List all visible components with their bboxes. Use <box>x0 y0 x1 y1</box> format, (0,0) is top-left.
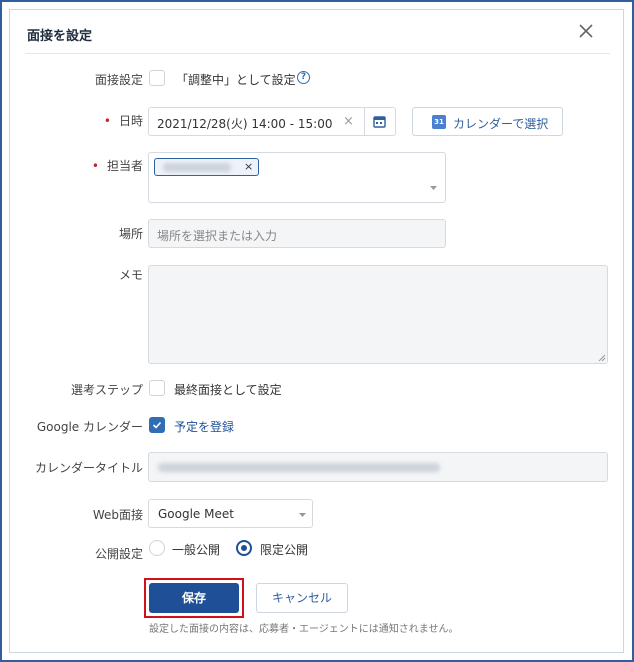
datetime-input[interactable]: 2021/12/28(火) 14:00 - 15:00 × <box>148 107 396 136</box>
cancel-button[interactable]: キャンセル <box>256 583 348 613</box>
assignee-select[interactable]: × <box>148 152 446 203</box>
web-interview-select[interactable]: Google Meet <box>148 499 313 528</box>
web-interview-label: Web面接 <box>92 508 143 522</box>
memo-textarea[interactable] <box>148 265 608 364</box>
caret-down-icon <box>299 513 306 517</box>
radio-limited-label: 限定公開 <box>260 543 309 557</box>
calendar-select-label: カレンダーで選択 <box>453 117 549 131</box>
datetime-divider <box>364 108 365 135</box>
datetime-label-text: 日時 <box>118 114 143 128</box>
datetime-clear-icon[interactable]: × <box>343 114 354 129</box>
close-icon[interactable] <box>575 20 597 42</box>
radio-limited[interactable] <box>236 540 252 556</box>
required-mark: • <box>91 159 99 173</box>
final-interview-checkbox-label: 最終面接として設定 <box>174 383 282 397</box>
register-event-checkbox[interactable] <box>149 417 165 433</box>
datetime-label: • 日時 <box>104 112 143 129</box>
interview-setting-label: 面接設定 <box>94 73 143 87</box>
memo-label: メモ <box>118 268 143 282</box>
assignee-name-redacted <box>163 163 231 172</box>
notification-note: 設定した面接の内容は、応募者・エージェントには通知されません。 <box>149 624 459 635</box>
pending-checkbox[interactable] <box>149 70 165 86</box>
place-placeholder: 場所を選択または入力 <box>157 229 278 243</box>
calendar-icon[interactable] <box>373 115 386 128</box>
radio-public-label: 一般公開 <box>172 543 221 557</box>
radio-public[interactable] <box>149 540 165 556</box>
visibility-label: 公開設定 <box>94 547 143 561</box>
place-label: 場所 <box>118 227 143 241</box>
header-divider <box>25 53 610 54</box>
pending-checkbox-label: 「調整中」として設定 <box>176 73 296 87</box>
web-interview-value: Google Meet <box>158 507 234 521</box>
final-interview-checkbox[interactable] <box>149 380 165 396</box>
assignee-label-text: 担当者 <box>106 159 143 173</box>
selection-step-label: 選考ステップ <box>70 383 143 397</box>
save-button[interactable]: 保存 <box>149 583 239 613</box>
calendar-select-button[interactable]: 31 カレンダーで選択 <box>412 107 563 136</box>
register-event-checkbox-label: 予定を登録 <box>174 420 235 434</box>
assignee-label: • 担当者 <box>92 157 143 174</box>
required-mark: • <box>103 114 111 128</box>
datetime-value: 2021/12/28(火) 14:00 - 15:00 <box>157 117 333 131</box>
google-calendar-icon: 31 <box>432 115 446 129</box>
google-calendar-label: Google カレンダー <box>36 420 143 434</box>
calendar-title-redacted <box>158 463 440 472</box>
calendar-title-input[interactable] <box>148 452 608 482</box>
resize-handle-icon[interactable] <box>598 354 606 362</box>
place-input[interactable]: 場所を選択または入力 <box>148 219 446 248</box>
caret-down-icon[interactable] <box>429 185 438 191</box>
dialog-title: 面接を設定 <box>27 29 93 44</box>
question-circle-icon[interactable]: ? <box>297 71 310 84</box>
check-icon <box>152 421 162 429</box>
calendar-title-label: カレンダータイトル <box>34 461 143 475</box>
tag-remove-icon[interactable]: × <box>244 160 253 173</box>
assignee-tag: × <box>154 158 259 176</box>
